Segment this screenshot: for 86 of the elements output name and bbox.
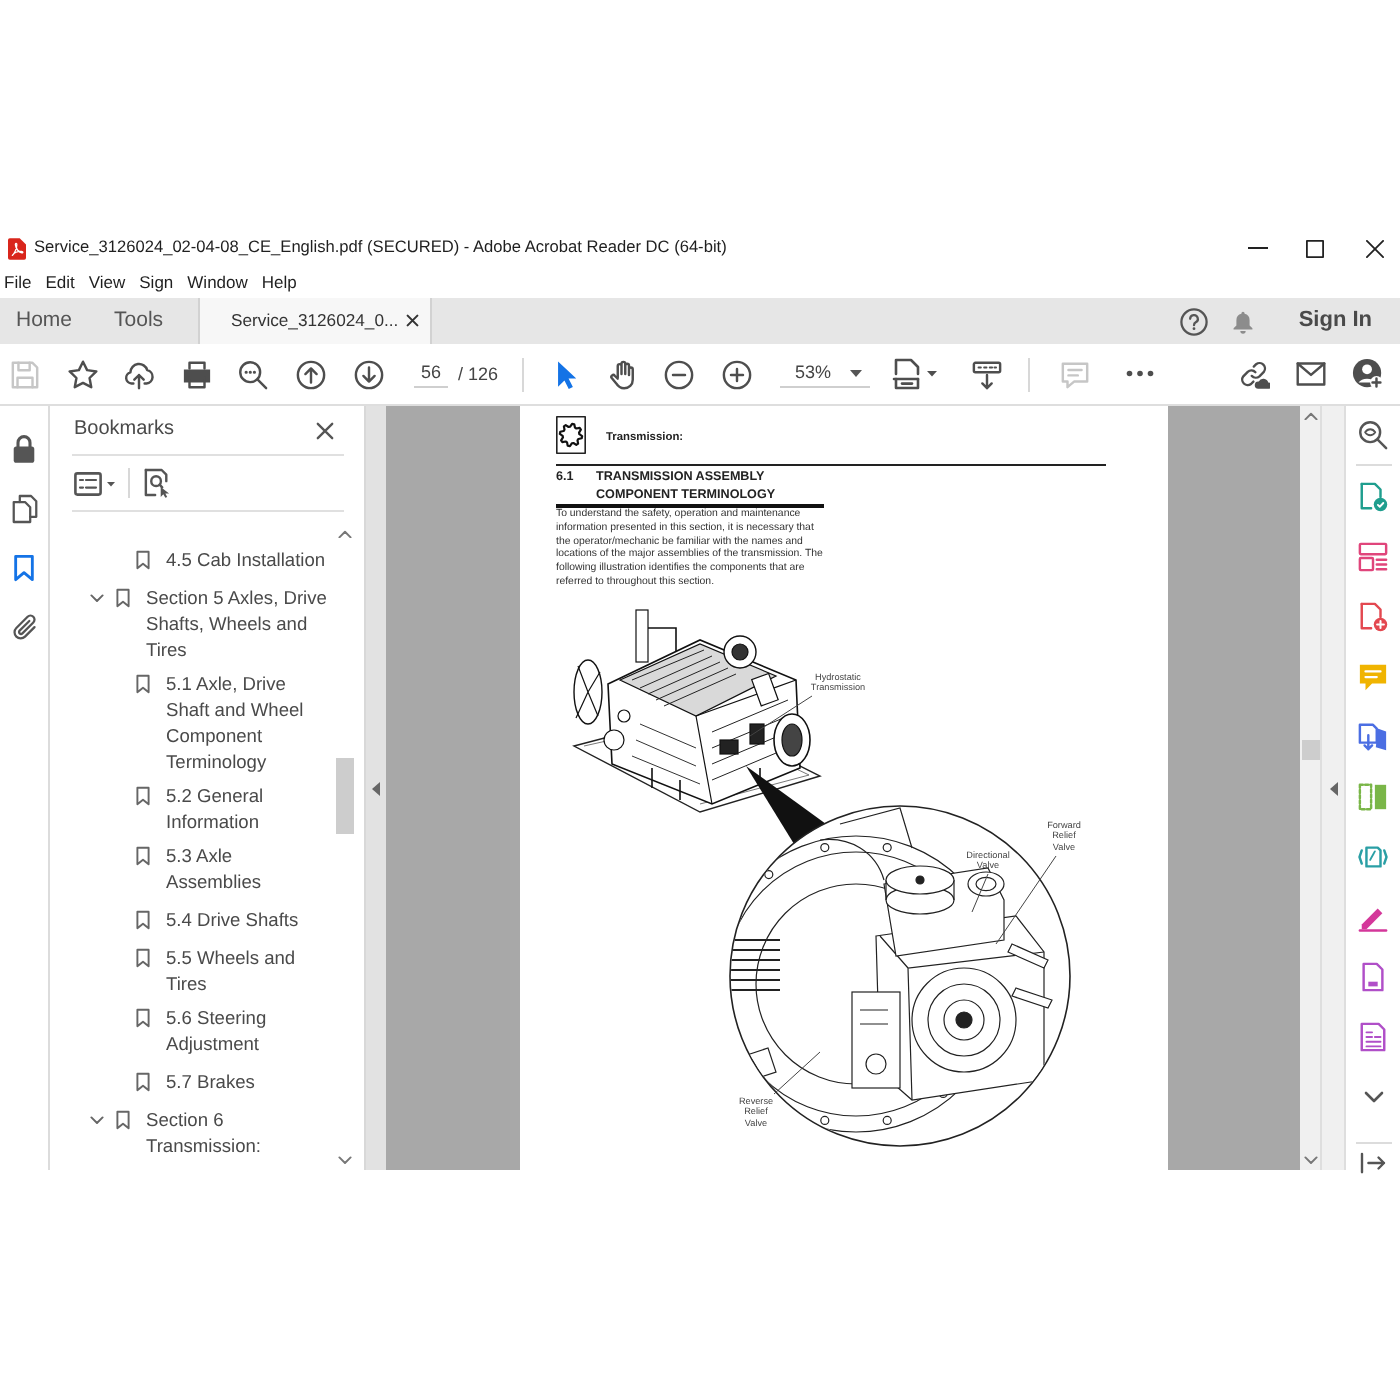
bookmark-item[interactable]: Section 5 Axles, Drive Shafts, Wheels and Tires (146, 585, 331, 663)
maximize-icon[interactable] (1305, 239, 1323, 257)
caret-down-icon[interactable] (850, 369, 863, 377)
cursor-icon[interactable] (555, 359, 577, 389)
gear-icon (556, 416, 586, 454)
bookmark-item[interactable]: 5.7 Brakes (166, 1069, 331, 1095)
zoom-out-icon[interactable] (664, 359, 695, 389)
bookmark-icon (136, 674, 150, 694)
chevron-up-icon[interactable] (338, 530, 352, 539)
printer-icon[interactable] (181, 359, 212, 389)
page-badge-icon[interactable] (1358, 481, 1388, 511)
chevron-down-icon[interactable] (338, 1155, 352, 1164)
bell-icon[interactable] (1232, 309, 1255, 333)
search-icon[interactable] (238, 359, 269, 389)
bookmark-icon[interactable] (14, 554, 34, 582)
bookmark-item[interactable]: 5.2 General Information (166, 783, 331, 835)
leader-line (971, 873, 989, 913)
caret-left-icon[interactable] (372, 781, 380, 795)
cloud-upload-icon[interactable] (124, 359, 155, 389)
page-count: / 126 (457, 363, 498, 385)
chevron-down-icon[interactable] (89, 593, 103, 603)
tab[interactable]: Home (10, 298, 79, 344)
bookmark-item[interactable]: 5.3 Axle Assemblies (166, 843, 331, 895)
hand-icon[interactable] (607, 359, 638, 389)
page-search-icon[interactable] (143, 468, 169, 498)
search-icon[interactable] (1358, 419, 1388, 449)
scrollbar-thumb[interactable] (1301, 740, 1319, 761)
add-page-icon[interactable] (1358, 601, 1388, 631)
layout-icon[interactable] (1358, 541, 1388, 571)
table-document-icon[interactable] (1358, 1021, 1388, 1051)
link-share-icon[interactable] (1237, 359, 1271, 389)
leader-line (995, 855, 1057, 945)
close-icon[interactable] (406, 314, 420, 328)
bookmark-item[interactable]: 5.1 Axle, Drive Shaft and Wheel Component Terminology (166, 671, 331, 775)
page-brackets-icon[interactable] (1358, 841, 1388, 871)
bookmark-item[interactable]: 5.5 Wheels and Tires (166, 945, 331, 997)
pages-arrow-icon[interactable] (1358, 721, 1388, 751)
leader-line (749, 695, 813, 737)
panel-title: Bookmarks (74, 418, 175, 442)
help-icon[interactable] (1180, 307, 1209, 335)
menu-item[interactable]: Edit (45, 271, 75, 293)
bookmark-item[interactable]: 4.5 Cab Installation (166, 547, 331, 573)
menu-item[interactable]: Window (187, 271, 248, 293)
document-icon[interactable] (1358, 961, 1388, 991)
tab[interactable]: Tools (108, 298, 170, 344)
menu-item[interactable]: Help (261, 271, 297, 293)
document-logo-icon (8, 237, 26, 259)
scroll-mode-icon[interactable] (971, 359, 1002, 389)
mail-icon[interactable] (1296, 362, 1327, 386)
menu-item[interactable]: View (88, 271, 126, 293)
sign-in-button[interactable]: Sign In (1298, 307, 1372, 335)
more-icon[interactable] (1126, 370, 1154, 378)
chevron-down-icon[interactable] (89, 1115, 103, 1125)
zoom-field[interactable]: 53% (780, 360, 871, 388)
pages-icon[interactable] (11, 493, 37, 523)
page-number-field[interactable]: 56 (413, 360, 448, 388)
arrow-up-circle-icon[interactable] (295, 359, 326, 389)
bookmark-item[interactable]: Section 6 Transmission: (146, 1107, 331, 1159)
menu-item[interactable]: File (4, 271, 32, 293)
callout-wedge (746, 766, 826, 844)
star-icon[interactable] (67, 359, 98, 389)
page-fit-icon[interactable] (892, 358, 941, 390)
close-icon[interactable] (1365, 239, 1383, 257)
exit-icon[interactable] (1360, 1151, 1386, 1173)
paperclip-icon[interactable] (11, 614, 37, 642)
leader-line (773, 1051, 821, 1095)
bookmark-item[interactable]: 5.6 Steering Adjustment (166, 1005, 331, 1057)
caret-left-icon[interactable] (1329, 781, 1337, 795)
chevron-down-icon[interactable] (1303, 1155, 1317, 1164)
tab[interactable]: Service_3126024_0... (197, 298, 432, 344)
bookmark-icon (136, 1008, 150, 1028)
chevron-down-icon[interactable] (1363, 1089, 1383, 1103)
bookmark-item[interactable]: 5.4 Drive Shafts (166, 907, 331, 933)
lock-icon[interactable] (12, 433, 36, 463)
bookmark-icon (136, 786, 150, 806)
list-menu-icon[interactable] (74, 471, 116, 495)
bookmark-icon (136, 846, 150, 866)
menu-item[interactable]: Sign (139, 271, 174, 293)
arrow-down-circle-icon[interactable] (353, 359, 384, 389)
minimize-icon[interactable] (1247, 246, 1267, 250)
window-title: Service_3126024_02-04-08_CE_English.pdf (SECURED) - Adobe Acrobat Reader DC (64-bit) (34, 238, 727, 258)
close-icon[interactable] (316, 421, 334, 439)
scrollbar-thumb[interactable] (336, 758, 354, 835)
chevron-up-icon[interactable] (1303, 412, 1317, 421)
user-add-icon[interactable] (1352, 358, 1385, 390)
zoom-in-icon[interactable] (722, 359, 753, 389)
